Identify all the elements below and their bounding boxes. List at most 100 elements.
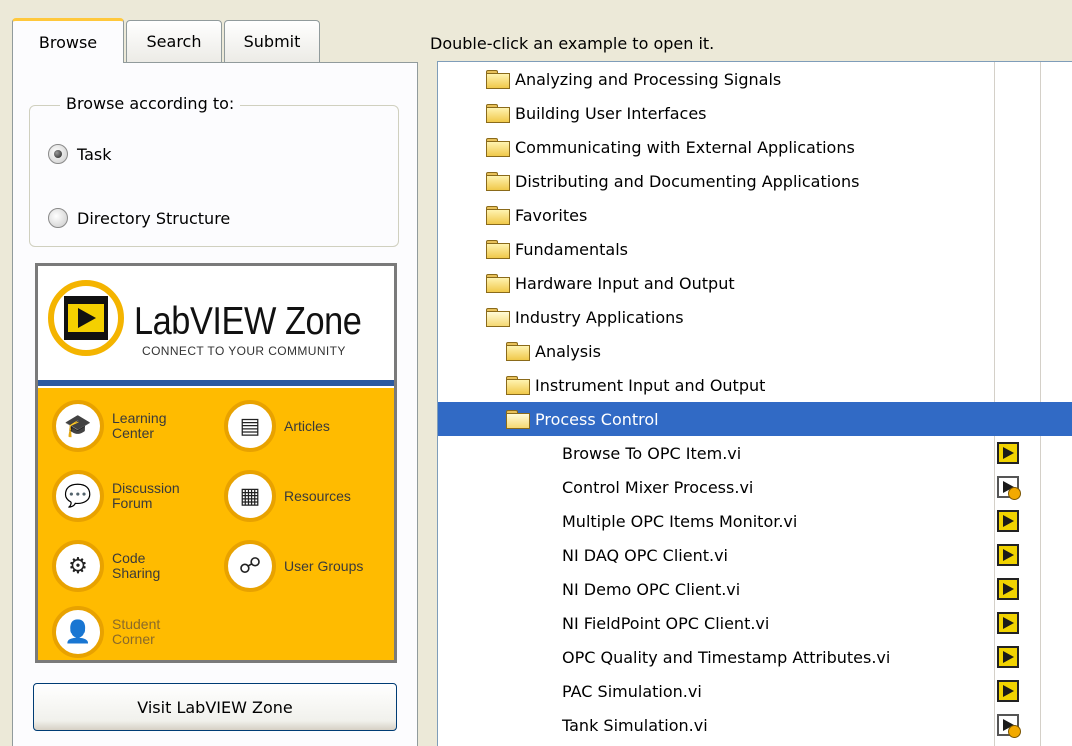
- tree-item-vi[interactable]: PAC Simulation.vi: [438, 674, 1072, 708]
- tree-item-label: NI Demo OPC Client.vi: [562, 579, 741, 599]
- run-arrow-icon: [1002, 481, 1014, 493]
- tree-item-label: Analyzing and Processing Signals: [515, 69, 782, 89]
- zone-link-label: Code Sharing: [112, 550, 161, 581]
- people-icon: ☍: [224, 540, 276, 592]
- tree-item-folder[interactable]: Analysis: [438, 334, 1072, 368]
- run-arrow-icon: [1002, 583, 1014, 595]
- tree-item-vi[interactable]: NI DAQ OPC Client.vi: [438, 538, 1072, 572]
- run-arrow-icon: [1002, 447, 1014, 459]
- run-arrow-icon: [1002, 719, 1014, 731]
- vi-icon: [997, 544, 1019, 566]
- radio-task[interactable]: Task: [48, 144, 112, 164]
- zone-link-label: User Groups: [284, 557, 364, 574]
- student-icon: 👤: [52, 606, 104, 658]
- tree-item-label: Instrument Input and Output: [535, 375, 766, 395]
- tree-item-label: Building User Interfaces: [515, 103, 707, 123]
- folder-icon: [486, 274, 510, 293]
- tree-item-folder[interactable]: Favorites: [438, 198, 1072, 232]
- zone-link-articles[interactable]: ▤ Articles: [224, 400, 330, 452]
- labview-logo-icon: [48, 280, 124, 356]
- vi-icon: [997, 510, 1019, 532]
- vi-icon: [997, 578, 1019, 600]
- tree-item-folder[interactable]: Building User Interfaces: [438, 96, 1072, 130]
- radio-directory-label: Directory Structure: [77, 208, 231, 228]
- tree-item-folder[interactable]: Process Control: [438, 402, 1072, 436]
- tree-item-folder[interactable]: Industry Applications: [438, 300, 1072, 334]
- tree-item-folder[interactable]: Distributing and Documenting Application…: [438, 164, 1072, 198]
- tree-item-vi[interactable]: Browse To OPC Item.vi: [438, 436, 1072, 470]
- zone-link-label: Resources: [284, 487, 351, 504]
- visit-labview-zone-button[interactable]: Visit LabVIEW Zone: [33, 683, 397, 731]
- folder-icon: [486, 138, 510, 157]
- instruction-text: Double-click an example to open it.: [430, 34, 715, 53]
- run-arrow-icon: [1002, 651, 1014, 663]
- folder-icon: [486, 70, 510, 89]
- zone-link-label: Articles: [284, 417, 330, 434]
- vi-icon: [997, 646, 1019, 668]
- radio-task-label: Task: [77, 144, 112, 164]
- open-folder-icon: [486, 308, 510, 327]
- zone-link-label: Student Corner: [112, 616, 161, 647]
- browse-options-group: Browse according to: Task Directory Stru…: [29, 94, 399, 247]
- open-folder-icon: [506, 410, 530, 429]
- zone-link-label: Learning Center: [112, 410, 167, 441]
- tree-item-label: NI FieldPoint OPC Client.vi: [562, 613, 770, 633]
- group-label: Browse according to:: [60, 94, 241, 113]
- zone-link-student-corner[interactable]: 👤 Student Corner: [52, 606, 192, 658]
- tree-item-folder[interactable]: Communicating with External Applications: [438, 130, 1072, 164]
- tab-browse[interactable]: Browse: [12, 18, 124, 63]
- vi-icon: [997, 442, 1019, 464]
- tree-item-vi[interactable]: OPC Quality and Timestamp Attributes.vi: [438, 640, 1072, 674]
- tree-item-label: PAC Simulation.vi: [562, 681, 702, 701]
- zone-link-user-groups[interactable]: ☍ User Groups: [224, 540, 363, 592]
- tree-item-label: Multiple OPC Items Monitor.vi: [562, 511, 798, 531]
- zone-title: LabVIEW Zone: [134, 300, 362, 343]
- tree-item-label: Favorites: [515, 205, 588, 225]
- graduation-cap-icon: 🎓: [52, 400, 104, 452]
- zone-divider: [38, 380, 394, 386]
- zone-link-resources[interactable]: ▦ Resources: [224, 470, 351, 522]
- zone-link-label: Discussion Forum: [112, 480, 180, 511]
- folder-icon: [486, 172, 510, 191]
- tree-item-label: Distributing and Documenting Application…: [515, 171, 860, 191]
- tree-item-vi[interactable]: Tank Simulation.vi: [438, 708, 1072, 742]
- zone-links: 🎓 Learning Center ▤ Articles 💬 Discussio…: [38, 388, 394, 660]
- tree-item-label: Tank Simulation.vi: [562, 715, 708, 735]
- tree-item-vi[interactable]: Control Mixer Process.vi: [438, 470, 1072, 504]
- radio-button-unchecked[interactable]: [48, 208, 68, 228]
- zone-link-code-sharing[interactable]: ⚙ Code Sharing: [52, 540, 192, 592]
- document-icon: ▤: [224, 400, 276, 452]
- run-arrow-icon: [1002, 515, 1014, 527]
- folder-icon: [486, 206, 510, 225]
- folder-icon: [486, 240, 510, 259]
- tree-item-vi[interactable]: Multiple OPC Items Monitor.vi: [438, 504, 1072, 538]
- run-arrow-icon: [1002, 617, 1014, 629]
- gears-icon: ⚙: [52, 540, 104, 592]
- labview-zone-ad[interactable]: LabVIEW Zone CONNECT TO YOUR COMMUNITY 🎓…: [35, 263, 397, 663]
- radio-button-checked[interactable]: [48, 144, 68, 164]
- tree-item-label: Process Control: [535, 409, 659, 429]
- tree-item-vi[interactable]: NI Demo OPC Client.vi: [438, 572, 1072, 606]
- tree-item-label: Industry Applications: [515, 307, 684, 327]
- vi-template-icon: [997, 714, 1021, 738]
- radio-directory-structure[interactable]: Directory Structure: [48, 208, 230, 228]
- run-arrow-icon: [1002, 685, 1014, 697]
- tree-item-vi[interactable]: NI FieldPoint OPC Client.vi: [438, 606, 1072, 640]
- tree-item-label: Communicating with External Applications: [515, 137, 855, 157]
- tree-item-folder[interactable]: Analyzing and Processing Signals: [438, 62, 1072, 96]
- vi-icon: [997, 612, 1019, 634]
- zone-link-discussion-forum[interactable]: 💬 Discussion Forum: [52, 470, 192, 522]
- tab-search[interactable]: Search: [126, 20, 222, 62]
- zone-subtitle: CONNECT TO YOUR COMMUNITY: [142, 344, 346, 358]
- tree-item-folder[interactable]: Instrument Input and Output: [438, 368, 1072, 402]
- tree-item-label: OPC Quality and Timestamp Attributes.vi: [562, 647, 891, 667]
- vi-icon: [997, 680, 1019, 702]
- chat-bubbles-icon: 💬: [52, 470, 104, 522]
- tree-item-folder[interactable]: Hardware Input and Output: [438, 266, 1072, 300]
- tab-submit[interactable]: Submit: [224, 20, 320, 62]
- tree-item-folder[interactable]: Fundamentals: [438, 232, 1072, 266]
- examples-tree[interactable]: Analyzing and Processing Signals Building…: [437, 61, 1072, 746]
- folder-icon: [506, 376, 530, 395]
- browse-panel: Browse according to: Task Directory Stru…: [12, 62, 418, 746]
- zone-link-learning-center[interactable]: 🎓 Learning Center: [52, 400, 192, 452]
